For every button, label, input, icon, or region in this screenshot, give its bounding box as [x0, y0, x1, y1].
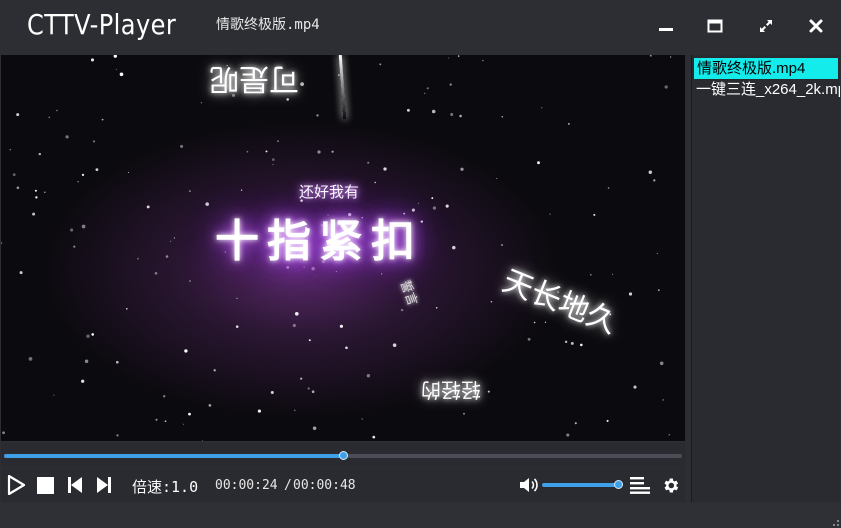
play-icon	[7, 475, 25, 495]
playlist-panel: 情歌终极版.mp4 一键三连_x264_2k.mp4	[691, 55, 840, 502]
seek-bar-handle[interactable]	[339, 451, 348, 460]
close-icon	[809, 19, 823, 33]
settings-button[interactable]	[659, 474, 681, 496]
lyric-main: 十指紧扣	[215, 216, 423, 267]
minimize-button[interactable]	[654, 14, 678, 38]
fullscreen-icon	[760, 20, 772, 32]
status-bar	[0, 503, 841, 528]
gear-icon	[663, 478, 678, 492]
playlist-toggle-button[interactable]	[629, 474, 651, 496]
lyric-bottom: 轻轻的	[421, 378, 481, 402]
seek-bar-area	[1, 443, 685, 467]
seek-bar[interactable]	[4, 451, 682, 460]
maximize-button[interactable]	[703, 14, 727, 38]
playlist-list: 情歌终极版.mp4 一键三连_x264_2k.mp4	[692, 58, 840, 100]
maximize-icon	[707, 19, 723, 33]
skip-back-icon	[68, 477, 82, 493]
play-button[interactable]	[6, 474, 26, 496]
previous-button[interactable]	[67, 474, 83, 496]
skip-forward-icon	[97, 477, 111, 493]
time-separator: /	[284, 478, 292, 493]
minimize-icon	[659, 28, 673, 31]
close-button[interactable]	[804, 14, 828, 38]
stop-icon	[36, 476, 54, 494]
lyric-small: 还好我有	[299, 183, 360, 201]
current-time: 00:00:24	[215, 478, 278, 493]
playlist-item[interactable]: 情歌终极版.mp4	[694, 58, 838, 79]
lyric-top: 可是呢	[209, 61, 299, 96]
playlist-item[interactable]: 一键三连_x264_2k.mp4	[692, 79, 840, 100]
title-bar: CTTV-Player 情歌终极版.mp4	[0, 0, 841, 54]
seek-bar-fill	[4, 454, 343, 458]
next-button[interactable]	[96, 474, 112, 496]
volume-slider-handle[interactable]	[614, 480, 623, 489]
stop-button[interactable]	[36, 474, 54, 496]
app-title: CTTV-Player	[27, 8, 177, 41]
resize-grip-icon[interactable]	[831, 518, 839, 526]
volume-slider[interactable]	[542, 480, 623, 489]
playlist-icon	[630, 477, 650, 494]
volume-button[interactable]	[518, 474, 540, 496]
speed-button[interactable]: 倍速:1.0	[132, 476, 198, 497]
video-frame[interactable]: 可是呢 还好我有 十指紧扣 誓言 天长地久 轻轻的	[1, 55, 685, 441]
current-file-title: 情歌终极版.mp4	[216, 17, 320, 33]
volume-icon	[520, 478, 538, 492]
total-time: 00:00:48	[293, 478, 356, 493]
fullscreen-button[interactable]	[754, 14, 778, 38]
control-bar: 倍速:1.0 00:00:24 / 00:00:48	[1, 468, 685, 502]
